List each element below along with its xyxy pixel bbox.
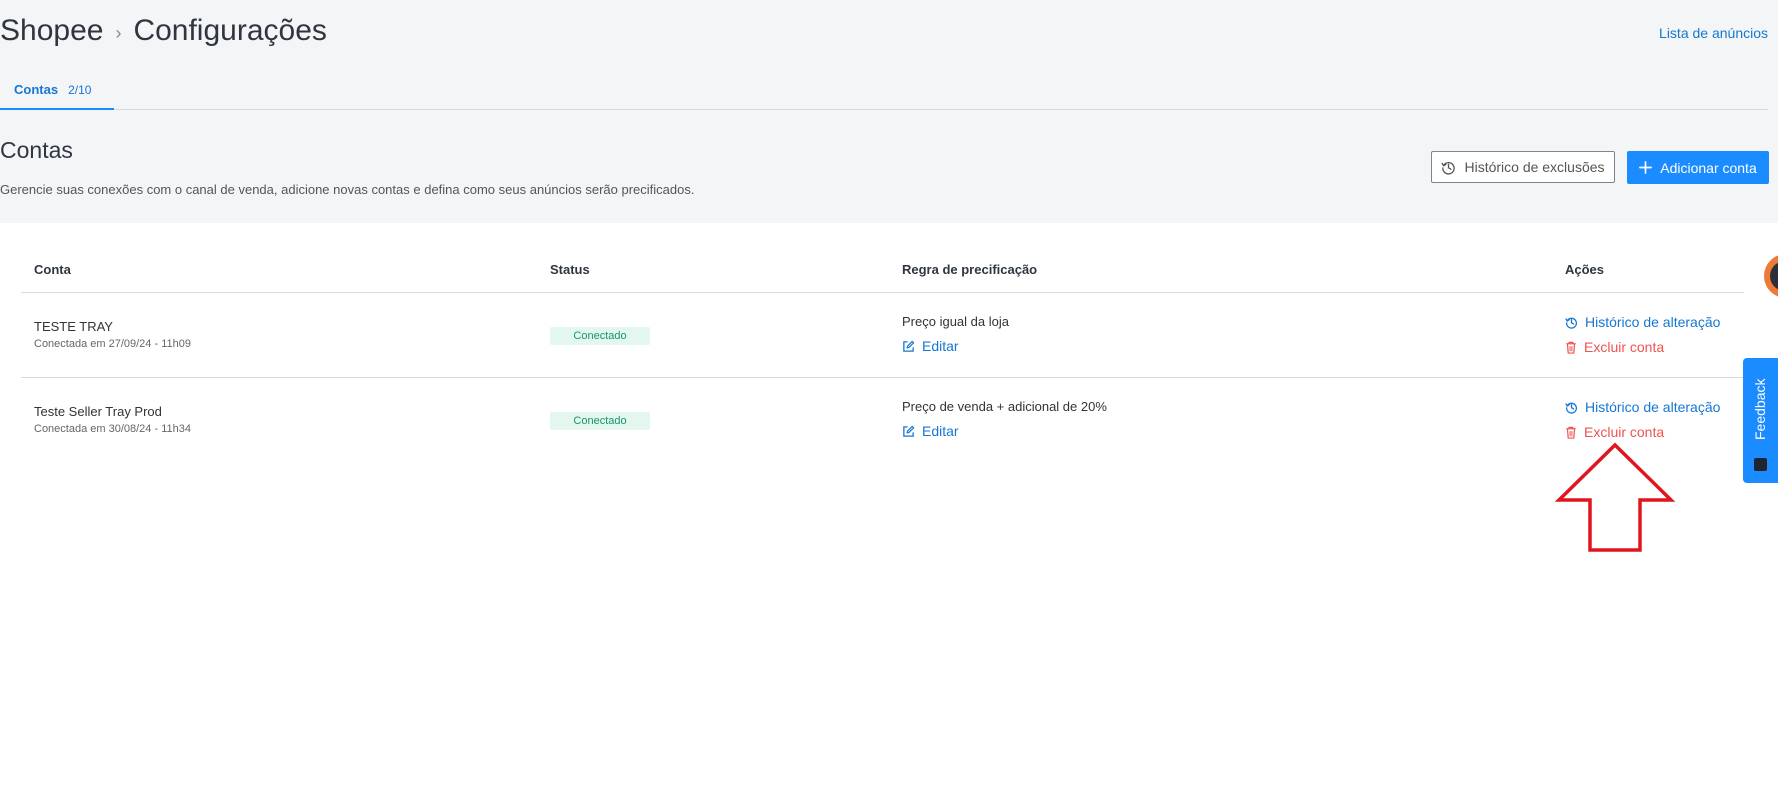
edit-rule-button[interactable]: Editar	[902, 338, 1009, 354]
status-cell: Conectado	[550, 411, 650, 430]
status-cell: Conectado	[550, 326, 650, 345]
history-clock-icon	[1441, 160, 1456, 175]
edit-icon	[902, 340, 915, 353]
edit-rule-label: Editar	[922, 338, 959, 354]
delete-account-button[interactable]: Excluir conta	[1565, 339, 1720, 355]
change-history-label: Histórico de alteração	[1585, 314, 1721, 330]
pricing-rule: Preço igual da loja	[902, 314, 1009, 329]
breadcrumb-root[interactable]: Shopee	[0, 14, 103, 48]
change-history-button[interactable]: Histórico de alteração	[1565, 399, 1720, 415]
breadcrumb: Shopee › Configurações	[0, 14, 327, 48]
column-header-status: Status	[550, 262, 590, 277]
feedback-icon	[1754, 458, 1767, 471]
deletion-history-button[interactable]: Histórico de exclusões	[1431, 151, 1615, 183]
accounts-table: Conta Status Regra de precificação Ações…	[21, 248, 1744, 463]
rule-cell: Preço de venda + adicional de 20% Editar	[902, 399, 1107, 439]
tab-accounts-count: 2/10	[68, 83, 92, 97]
annotation-arrow-icon	[1554, 442, 1676, 552]
change-history-button[interactable]: Histórico de alteração	[1565, 314, 1720, 330]
page-title: Configurações	[133, 14, 327, 47]
feedback-tab[interactable]: Feedback	[1743, 358, 1778, 483]
account-cell: Teste Seller Tray Prod Conectada em 30/0…	[34, 404, 191, 435]
delete-account-label: Excluir conta	[1584, 424, 1665, 440]
account-connected-date: Conectada em 27/09/24 - 11h09	[34, 338, 191, 350]
add-account-button[interactable]: Adicionar conta	[1627, 151, 1769, 184]
account-name: TESTE TRAY	[34, 319, 113, 334]
delete-account-button[interactable]: Excluir conta	[1565, 424, 1720, 440]
pricing-rule: Preço de venda + adicional de 20%	[902, 399, 1107, 414]
column-header-actions: Ações	[1565, 262, 1605, 277]
tab-accounts-label: Contas	[14, 82, 59, 97]
table-row: Teste Seller Tray Prod Conectada em 30/0…	[21, 378, 1744, 463]
add-account-label: Adicionar conta	[1660, 159, 1757, 176]
edit-icon	[902, 425, 915, 438]
section-description: Gerencie suas conexões com o canal de ve…	[0, 182, 695, 197]
table-row: TESTE TRAY Conectada em 27/09/24 - 11h09…	[21, 293, 1744, 378]
plus-icon	[1639, 161, 1653, 174]
actions-cell: Histórico de alteração Excluir conta	[1565, 314, 1720, 355]
trash-icon	[1565, 341, 1577, 354]
feedback-label: Feedback	[1752, 378, 1768, 440]
rule-cell: Preço igual da loja Editar	[902, 314, 1009, 354]
table-header: Conta Status Regra de precificação Ações	[21, 248, 1744, 293]
section-title: Contas	[0, 137, 73, 163]
breadcrumb-separator: ›	[115, 22, 122, 43]
ads-list-link[interactable]: Lista de anúncios	[1659, 25, 1768, 41]
column-header-rule: Regra de precificação	[902, 262, 1038, 277]
tab-accounts[interactable]: Contas 2/10	[0, 78, 114, 110]
status-badge: Conectado	[550, 412, 650, 430]
trash-icon	[1565, 426, 1577, 439]
account-connected-date: Conectada em 30/08/24 - 11h34	[34, 423, 191, 435]
edit-rule-button[interactable]: Editar	[902, 423, 1107, 439]
account-cell: TESTE TRAY Conectada em 27/09/24 - 11h09	[34, 319, 191, 350]
actions-cell: Histórico de alteração Excluir conta	[1565, 399, 1720, 440]
deletion-history-label: Histórico de exclusões	[1464, 159, 1605, 175]
change-history-label: Histórico de alteração	[1585, 399, 1721, 415]
account-name: Teste Seller Tray Prod	[34, 404, 162, 419]
edit-rule-label: Editar	[922, 423, 959, 439]
column-header-account: Conta	[34, 262, 71, 277]
avatar[interactable]	[1764, 254, 1778, 298]
status-badge: Conectado	[550, 327, 650, 345]
history-clock-icon	[1565, 316, 1578, 329]
delete-account-label: Excluir conta	[1584, 339, 1665, 355]
history-clock-icon	[1565, 401, 1578, 414]
tab-bar: Contas 2/10	[0, 78, 1768, 110]
